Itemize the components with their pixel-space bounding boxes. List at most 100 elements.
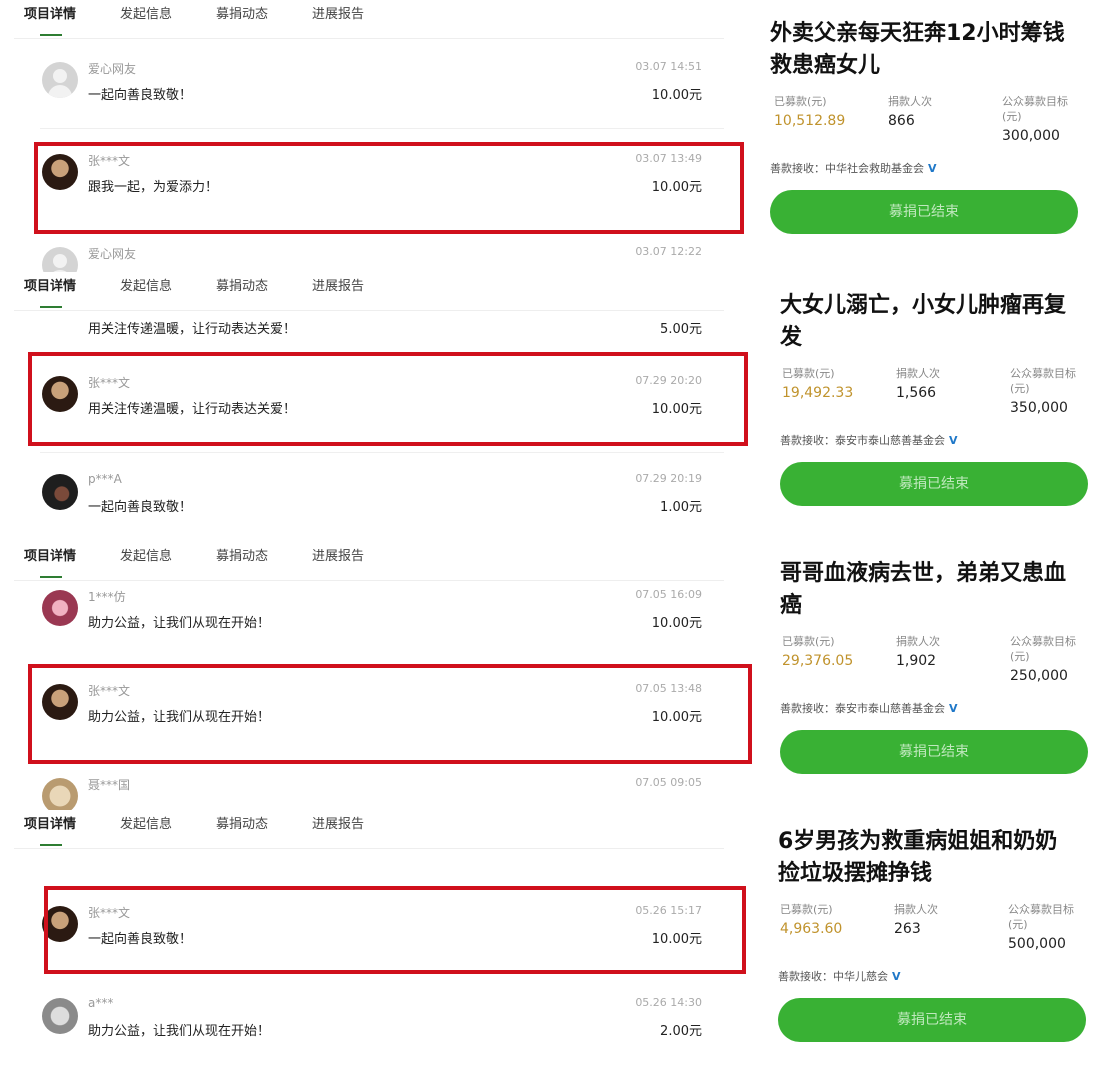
tab-project-details[interactable]: 项目详情 [24,810,76,846]
donation-message: 一起向善良致敬！ [88,88,193,103]
avatar [42,998,78,1034]
stat-label: 已募款(元) [774,95,827,108]
tab-donation-updates[interactable]: 募捐动态 [216,0,268,30]
stat-label: 捐款人次 [894,903,938,916]
donation-message: 助力公益，让我们从现在开始！ [88,616,271,631]
stat-label: 捐款人次 [896,635,940,648]
stat-value: 19,492.33 [782,385,854,401]
stat-label: 捐款人次 [888,95,932,108]
donation-time: 03.07 14:51 [635,60,702,73]
tab-bar: 项目详情 发起信息 募捐动态 进展报告 [24,0,408,36]
stat-value: 250,000 [1010,668,1068,684]
tab-initiator-info[interactable]: 发起信息 [120,0,172,30]
donation-closed-button[interactable]: 募捐已结束 [778,998,1086,1042]
donation-row: 聂***国 07.05 09:05 [38,774,728,810]
stat-value: 500,000 [1008,936,1066,952]
stat-raised: 已募款(元) 29,376.05 [782,634,853,671]
stat-target: 公众募款目标(元) 350,000 [1010,366,1080,418]
campaign-title: 外卖父亲每天狂奔12小时筹钱救患癌女儿 [770,21,1065,78]
highlight-box [34,142,744,234]
donation-closed-button[interactable]: 募捐已结束 [780,462,1088,506]
highlight-box [28,664,752,764]
stat-value: 1,902 [896,653,937,669]
tab-project-details[interactable]: 项目详情 [24,0,76,36]
donation-row: 爱心网友 03.07 12:22 [38,243,728,272]
avatar [42,590,78,626]
donation-closed-button[interactable]: 募捐已结束 [780,730,1088,774]
tab-divider [14,580,724,581]
donation-amount: 1.00元 [660,500,702,515]
stat-label: 已募款(元) [782,635,835,648]
stat-value: 4,963.60 [780,921,843,937]
tab-donation-updates[interactable]: 募捐动态 [216,542,268,572]
tab-divider [14,38,724,39]
tab-progress-report[interactable]: 进展报告 [312,542,364,572]
tab-progress-report[interactable]: 进展报告 [312,810,364,840]
stat-label: 公众募款目标(元) [1010,635,1076,663]
campaign-title: 大女儿溺亡，小女儿肿瘤再复发 [780,293,1067,350]
donor-name: 聂***国 [88,778,131,792]
donation-row: 1***仿 07.05 16:09 助力公益，让我们从现在开始！ 10.00元 [38,586,728,664]
stat-label: 捐款人次 [896,367,940,380]
org-label: 善款接收： [780,702,835,715]
stat-donors: 捐款人次 866 [888,94,932,131]
verified-check-icon: V [949,434,958,447]
org-name: 泰安市泰山慈善基金会 [835,434,945,447]
avatar [42,474,78,510]
campaign-stats: 已募款(元) 4,963.60 捐款人次 263 公众募款目标(元) 500,0… [778,902,1108,962]
donation-row: p***A 07.29 20:19 一起向善良致敬！ 1.00元 [38,470,728,542]
verified-check-icon: V [928,162,937,175]
org-name: 泰安市泰山慈善基金会 [835,702,945,715]
donation-time: 07.29 20:19 [635,472,702,485]
donor-name: a*** [88,996,114,1010]
donation-time: 07.05 16:09 [635,588,702,601]
donation-row: a*** 05.26 14:30 助力公益，让我们从现在开始！ 2.00元 [38,994,728,1072]
stat-target: 公众募款目标(元) 300,000 [1002,94,1072,146]
donation-amount: 2.00元 [660,1024,702,1039]
tab-initiator-info[interactable]: 发起信息 [120,810,172,840]
donation-message: 助力公益，让我们从现在开始！ [88,1024,271,1039]
recipient-org: 善款接收：中华社会救助基金会 V [770,160,1100,176]
campaign-card-3: 哥哥血液病去世，弟弟又患血癌 已募款(元) 29,376.05 捐款人次 1,9… [780,558,1110,774]
stat-label: 公众募款目标(元) [1002,95,1068,123]
stat-value: 350,000 [1010,400,1068,416]
org-name: 中华社会救助基金会 [825,162,924,175]
stat-target: 公众募款目标(元) 250,000 [1010,634,1080,686]
donor-name: 1***仿 [88,590,126,604]
recipient-org: 善款接收：中华儿慈会 V [778,968,1108,984]
stat-label: 已募款(元) [780,903,833,916]
avatar [42,247,78,272]
tab-project-details[interactable]: 项目详情 [24,542,76,578]
org-name: 中华儿慈会 [833,970,888,983]
tab-initiator-info[interactable]: 发起信息 [120,542,172,572]
verified-check-icon: V [949,702,958,715]
org-label: 善款接收： [780,434,835,447]
campaign-card-4: 6岁男孩为救重病姐姐和奶奶捡垃圾摆摊挣钱 已募款(元) 4,963.60 捐款人… [778,826,1108,1042]
donation-closed-button[interactable]: 募捐已结束 [770,190,1078,234]
campaign-title: 哥哥血液病去世，弟弟又患血癌 [780,561,1067,618]
donation-message: 用关注传递温暖，让行动表达关爱！ [88,322,297,337]
campaign-stats: 已募款(元) 19,492.33 捐款人次 1,566 公众募款目标(元) 35… [780,366,1110,426]
stat-value: 10,512.89 [774,113,846,129]
campaign-stats: 已募款(元) 29,376.05 捐款人次 1,902 公众募款目标(元) 25… [780,634,1110,694]
donation-message: 一起向善良致敬！ [88,500,193,515]
stat-label: 公众募款目标(元) [1008,903,1074,931]
tab-bar: 项目详情 发起信息 募捐动态 进展报告 [24,810,408,846]
stat-value: 866 [888,113,915,129]
stat-label: 公众募款目标(元) [1010,367,1076,395]
recipient-org: 善款接收：泰安市泰山慈善基金会 V [780,700,1110,716]
tab-bar: 项目详情 发起信息 募捐动态 进展报告 [24,542,408,578]
tab-divider [14,848,724,849]
tab-progress-report[interactable]: 进展报告 [312,0,364,30]
donor-name: p***A [88,472,122,486]
highlight-box [28,352,748,446]
org-label: 善款接收： [770,162,825,175]
row-divider [40,128,724,129]
tab-donation-updates[interactable]: 募捐动态 [216,810,268,840]
stat-raised: 已募款(元) 19,492.33 [782,366,853,403]
stat-value: 29,376.05 [782,653,854,669]
verified-check-icon: V [892,970,901,983]
donation-time: 03.07 12:22 [635,245,702,258]
campaign-stats: 已募款(元) 10,512.89 捐款人次 866 公众募款目标(元) 300,… [770,94,1100,154]
donation-row: 爱心网友 03.07 14:51 一起向善良致敬！ 10.00元 [38,58,728,136]
